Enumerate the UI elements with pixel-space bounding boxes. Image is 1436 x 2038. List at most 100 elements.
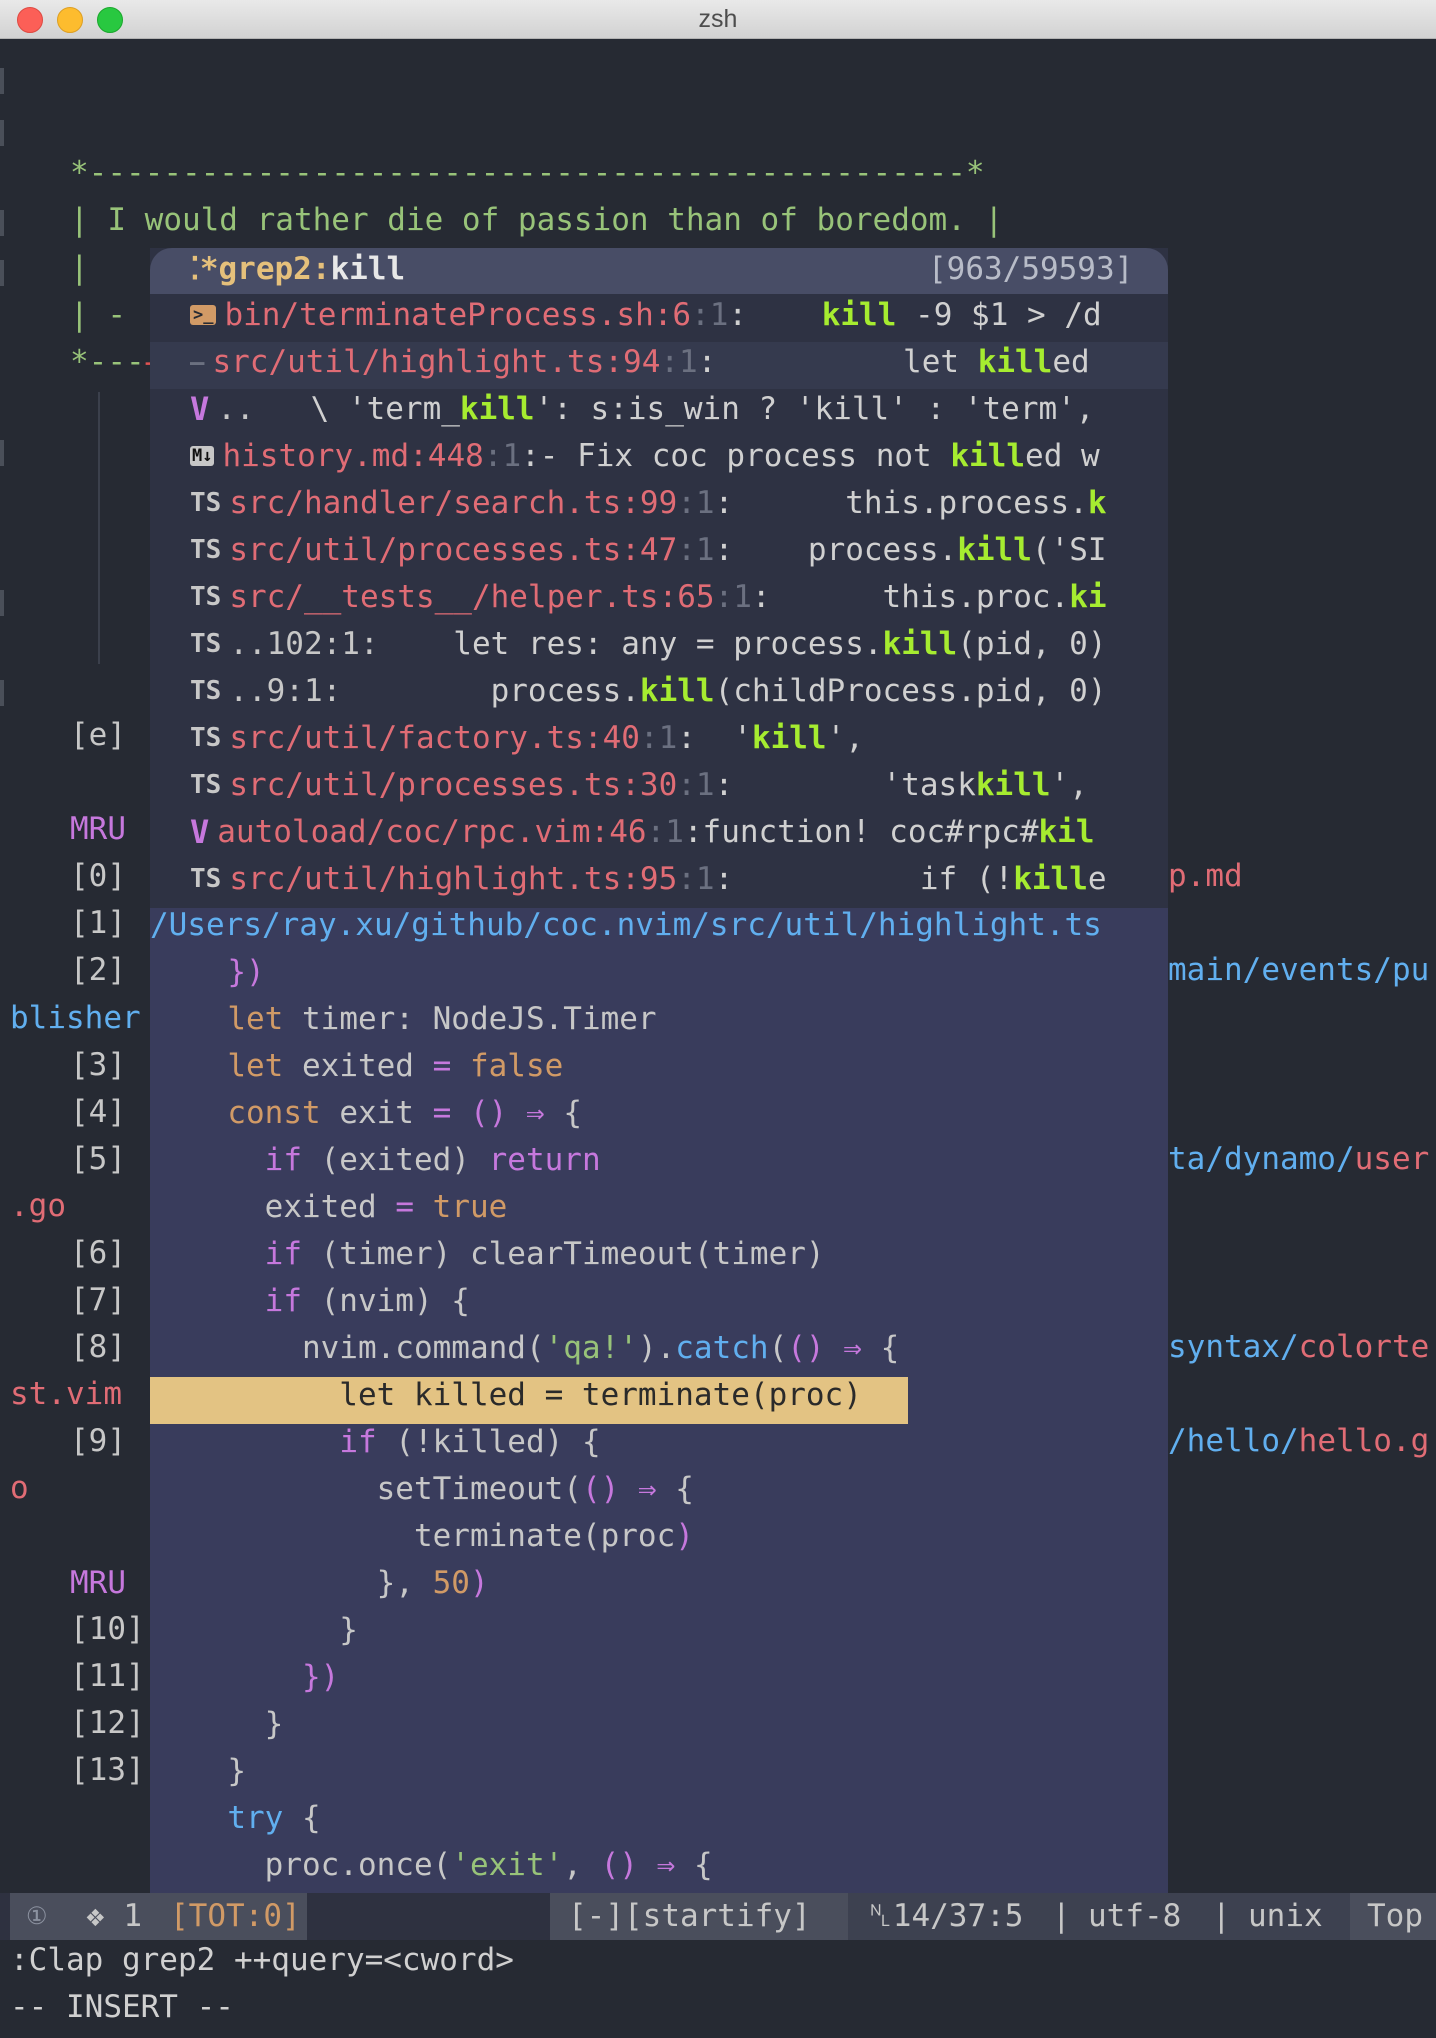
result-text: process. bbox=[733, 532, 958, 568]
result-text: ('SI bbox=[1031, 532, 1107, 568]
path-file: user bbox=[1354, 1141, 1430, 1177]
startify-item-index[interactable]: [9] bbox=[70, 1418, 126, 1465]
result-text: process. bbox=[341, 673, 640, 709]
code-token: ⇒ bbox=[525, 1095, 545, 1131]
code-token: } bbox=[190, 1706, 284, 1742]
preview-code-line: if (exited) return bbox=[190, 1137, 601, 1184]
clap-result-row[interactable]: TS ..9:1: process.kill(childProcess.pid, … bbox=[190, 668, 1168, 715]
gutter-mark bbox=[0, 680, 4, 706]
result-line: :65 bbox=[658, 579, 715, 615]
startify-item-index[interactable]: [5] bbox=[70, 1136, 126, 1183]
code-token: () bbox=[600, 1847, 638, 1883]
clap-result-row[interactable]: Vautoload/coc/rpc.vim:46:1:function! coc… bbox=[190, 809, 1168, 856]
banner-dash-line: | - bbox=[70, 297, 126, 333]
code-token: ⇒ bbox=[637, 1471, 657, 1507]
preview-code-line: if (!killed) { bbox=[190, 1419, 600, 1466]
preview-code-line: exited = true bbox=[190, 1184, 508, 1231]
preview-code-line: let killed = terminate(proc) bbox=[190, 1372, 862, 1419]
code-token: , bbox=[563, 1847, 601, 1883]
result-path: src/util/highlight.ts bbox=[212, 344, 605, 380]
result-line: :94 bbox=[604, 344, 661, 380]
clap-result-row[interactable]: TS src/util/highlight.ts:95:1: if (!kille bbox=[190, 856, 1168, 903]
code-token: (timer) clearTimeout(timer) bbox=[301, 1236, 825, 1272]
startify-section-mru: MRU bbox=[70, 1565, 126, 1601]
statusline-encoding: utf-8 bbox=[1088, 1898, 1182, 1934]
preview-code-line: }) bbox=[190, 1654, 339, 1701]
clap-result-row[interactable]: TS src/__tests__/helper.ts:65:1: this.pro… bbox=[190, 574, 1168, 621]
clap-result-row[interactable]: V.. \ 'term_kill': s:is_win ? 'kill' : '… bbox=[190, 386, 1168, 433]
clap-result-row[interactable]: TS src/util/processes.ts:47:1: process.ki… bbox=[190, 527, 1168, 574]
startify-item-index[interactable]: [8] bbox=[70, 1324, 126, 1371]
startify-item-index[interactable]: [12] bbox=[70, 1700, 145, 1747]
banner-border-top: *---------------------------------------… bbox=[70, 155, 985, 191]
startify-item-index[interactable]: [e] bbox=[70, 712, 126, 759]
clap-result-row[interactable]: — src/util/highlight.ts:94:1: let killed bbox=[190, 339, 1168, 386]
preview-code-line: setTimeout(() ⇒ { bbox=[190, 1466, 694, 1513]
clap-result-row[interactable]: TS src/util/factory.ts:40:1: 'kill', bbox=[190, 715, 1168, 762]
clap-result-row[interactable]: TS src/util/processes.ts:30:1: 'taskkill'… bbox=[190, 762, 1168, 809]
startify-item-path-tail[interactable]: syntax/colorte bbox=[1168, 1324, 1429, 1371]
result-line: :6 bbox=[653, 297, 692, 333]
startify-item-path-wrap[interactable]: .go bbox=[10, 1183, 66, 1230]
result-path: src/handler/search.ts bbox=[229, 485, 622, 521]
startify-item-index[interactable]: [1] bbox=[70, 900, 126, 947]
startify-item-index[interactable]: [7] bbox=[70, 1277, 126, 1324]
clap-result-row[interactable]: TS src/handler/search.ts:99:1: this.proce… bbox=[190, 480, 1168, 527]
result-separator: : bbox=[714, 861, 734, 897]
statusline-tot: [TOT:0] bbox=[170, 1898, 301, 1934]
result-match: kill bbox=[459, 391, 535, 427]
statusline-position: ␤14/37:5 bbox=[868, 1898, 1024, 1934]
result-text: ed w bbox=[1025, 438, 1100, 474]
gutter-mark bbox=[0, 590, 4, 616]
preview-code-line: let timer: NodeJS.Timer bbox=[190, 996, 656, 1043]
markdown-file-icon: M↓ bbox=[190, 446, 215, 466]
code-token: { bbox=[283, 1800, 321, 1836]
result-text: ' bbox=[695, 720, 752, 756]
statusline-scroll: Top bbox=[1367, 1898, 1423, 1934]
clap-match-count: [963/59593] bbox=[928, 251, 1134, 287]
code-token: const bbox=[227, 1095, 321, 1131]
startify-item-index[interactable]: [10] bbox=[70, 1606, 145, 1653]
code-token: { bbox=[656, 1471, 694, 1507]
result-separator: : bbox=[714, 485, 734, 521]
startify-item-path-wrap[interactable]: st.vim bbox=[10, 1371, 122, 1418]
startify-item-path-tail[interactable]: ta/dynamo/user bbox=[1168, 1136, 1429, 1183]
clap-result-row[interactable]: TS ..102:1: let res: any = process.kill(p… bbox=[190, 621, 1168, 668]
result-line: :30 bbox=[621, 767, 678, 803]
startify-item-path-wrap[interactable]: blisher bbox=[10, 995, 141, 1042]
result-line: :99 bbox=[621, 485, 678, 521]
startify-item-index[interactable]: [3] bbox=[70, 1042, 126, 1089]
startify-item-index[interactable]: [13] bbox=[70, 1747, 145, 1794]
typescript-file-icon: TS bbox=[190, 676, 222, 706]
clap-query-input[interactable]: kill bbox=[331, 251, 406, 287]
startify-item-path-tail[interactable]: main/events/pu bbox=[1168, 947, 1429, 994]
result-path: src/__tests__/helper.ts bbox=[229, 579, 659, 615]
path-dir: syntax/ bbox=[1168, 1329, 1299, 1365]
result-text: ', bbox=[1050, 767, 1088, 803]
code-token: (exited) bbox=[301, 1142, 489, 1178]
result-text: this.proc. bbox=[770, 579, 1070, 615]
startify-item-path-tail[interactable]: /hello/hello.g bbox=[1168, 1418, 1429, 1465]
startify-item-index[interactable]: [2] bbox=[70, 947, 126, 994]
gutter-mark bbox=[0, 68, 4, 94]
command-line[interactable]: :Clap grep2 ++query=<cword> bbox=[10, 1937, 514, 1984]
startify-item-index[interactable]: [0] bbox=[70, 853, 126, 900]
startify-item-index[interactable]: [4] bbox=[70, 1089, 126, 1136]
startify-item-index[interactable]: [6] bbox=[70, 1230, 126, 1277]
result-text: (childProcess.pid, 0) bbox=[714, 673, 1107, 709]
result-line: :448 bbox=[409, 438, 484, 474]
startify-item-index[interactable]: [11] bbox=[70, 1653, 145, 1700]
startify-item-path-tail[interactable]: p.md bbox=[1168, 853, 1243, 900]
startify-item-path-wrap[interactable]: o bbox=[10, 1465, 29, 1512]
result-match: k bbox=[1087, 485, 1107, 521]
result-line: .. bbox=[217, 391, 255, 427]
code-token: if bbox=[339, 1424, 377, 1460]
code-token: () bbox=[581, 1471, 620, 1507]
clap-result-row[interactable]: M↓ history.md:448:1:- Fix coc process not… bbox=[190, 433, 1168, 480]
result-text: (pid, 0) bbox=[957, 626, 1107, 662]
result-column: :1 bbox=[660, 344, 698, 380]
clap-result-row[interactable]: >_ bin/terminateProcess.sh:6:1: kill -9 $… bbox=[190, 292, 1168, 339]
code-token: if bbox=[264, 1236, 302, 1272]
